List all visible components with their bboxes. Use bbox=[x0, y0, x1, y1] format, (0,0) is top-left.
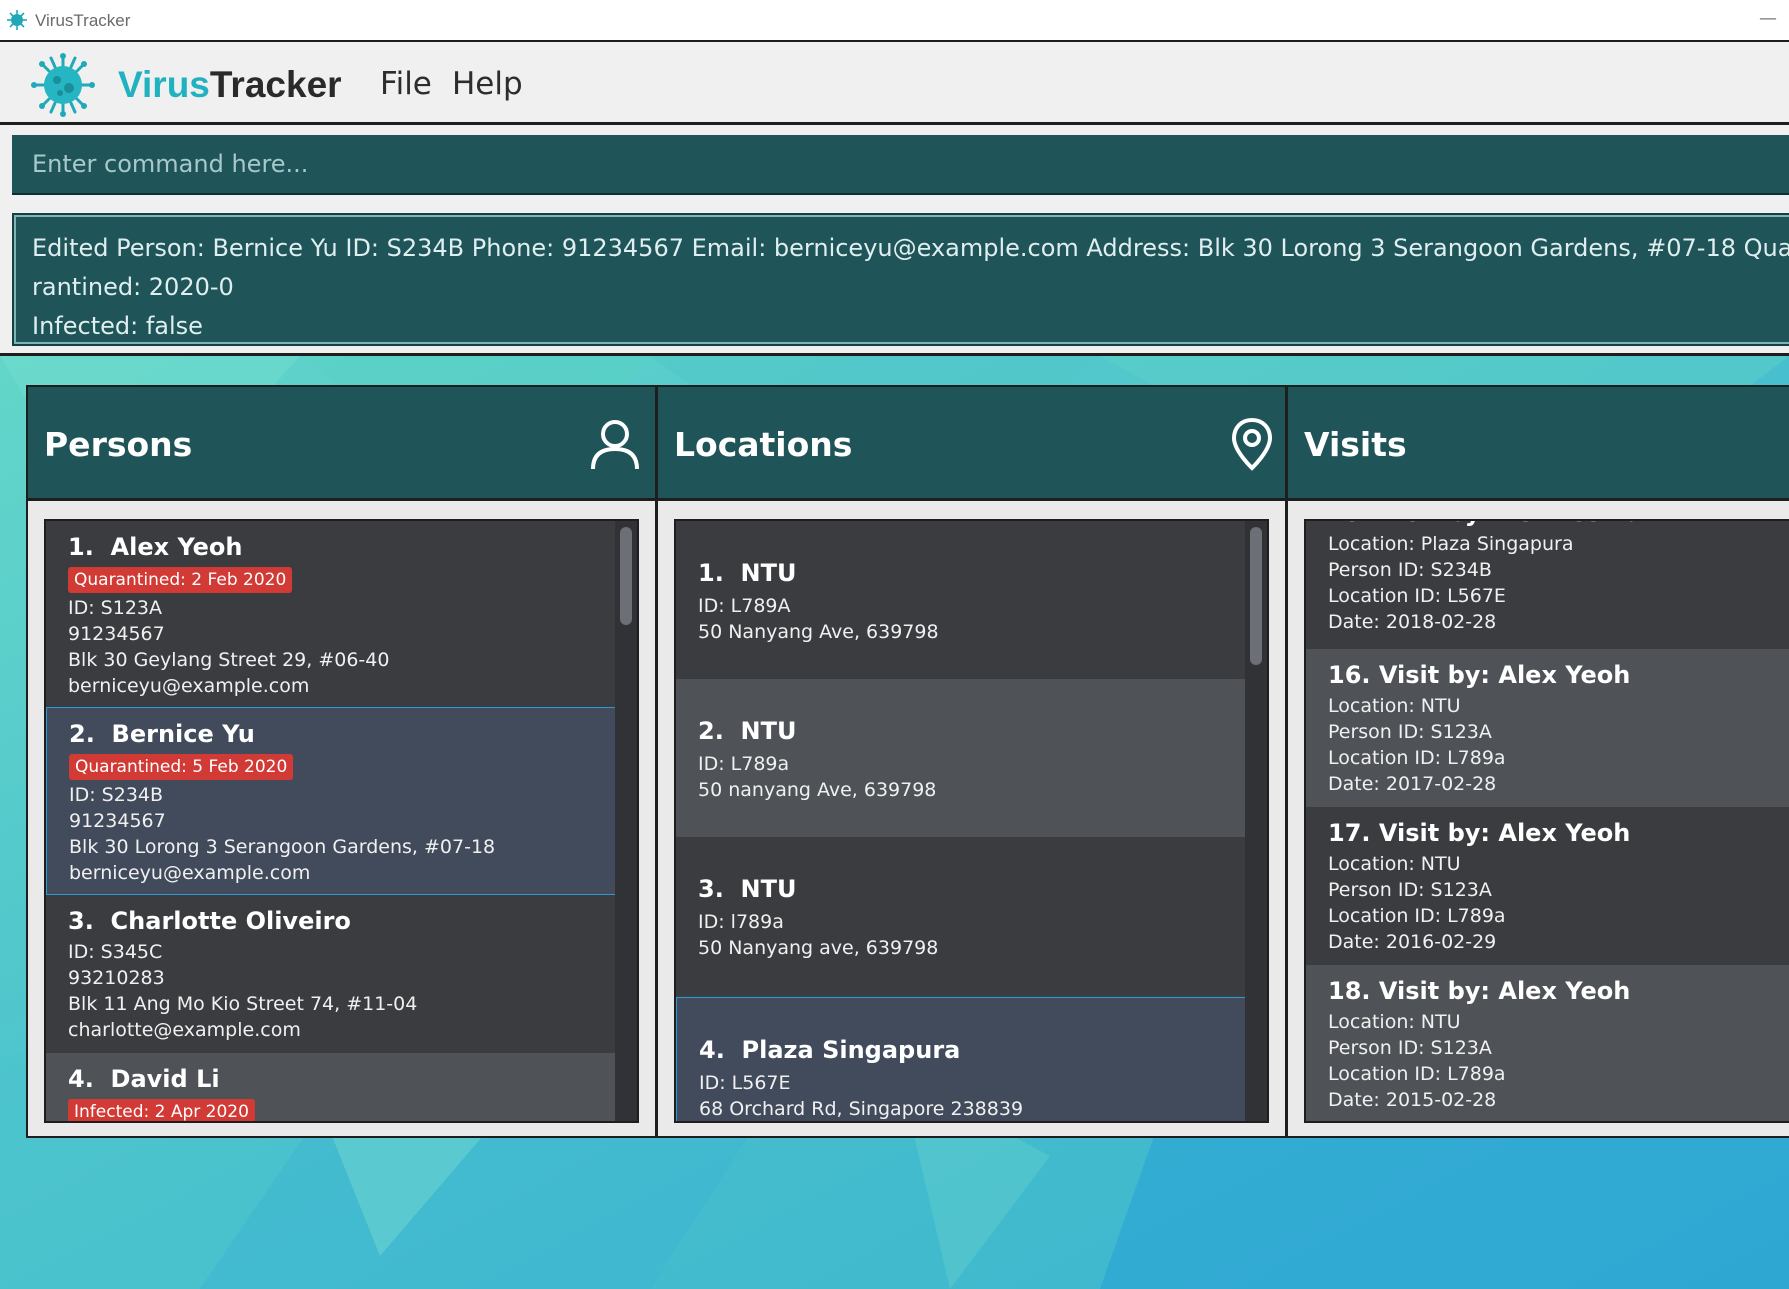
persons-scrollbar[interactable] bbox=[615, 521, 637, 1121]
menu-help[interactable]: Help bbox=[452, 66, 523, 102]
quarantined-badge: Quarantined: 5 Feb 2020 bbox=[69, 754, 294, 780]
person-name: 1. Alex Yeoh bbox=[68, 533, 243, 561]
person-card[interactable]: 4. David Li Infected: 2 Apr 2020 bbox=[46, 1053, 616, 1121]
visit-date: Date: 2017-02-28 bbox=[1328, 773, 1497, 795]
visit-date: Date: 2015-02-28 bbox=[1328, 1089, 1497, 1111]
visit-card[interactable]: 16. Visit by: Alex Yeoh Location: NTU Pe… bbox=[1306, 649, 1789, 807]
location-address: 50 Nanyang Ave, 639798 bbox=[698, 621, 939, 643]
persons-list[interactable]: 1. Alex Yeoh Quarantined: 2 Feb 2020 ID:… bbox=[44, 519, 639, 1123]
location-name: 3. NTU bbox=[698, 875, 797, 903]
locations-list[interactable]: 1. NTU ID: L789A 50 Nanyang Ave, 639798 … bbox=[674, 519, 1269, 1123]
location-id: ID: L789A bbox=[698, 595, 791, 617]
result-text: Edited Person: Bernice Yu ID: S234B Phon… bbox=[32, 234, 1789, 340]
person-name: 4. David Li bbox=[68, 1065, 220, 1093]
visit-date: Date: 2018-02-28 bbox=[1328, 611, 1497, 633]
person-email: berniceyu@example.com bbox=[68, 675, 310, 697]
logo-text-virus: Virus bbox=[118, 64, 210, 105]
person-phone: 91234567 bbox=[68, 623, 165, 645]
app-header: VirusTracker File Help bbox=[0, 42, 1789, 125]
menu-file[interactable]: File bbox=[380, 66, 432, 102]
infected-badge: Infected: 2 Apr 2020 bbox=[68, 1099, 255, 1121]
visit-location-id: Location ID: L789a bbox=[1328, 747, 1506, 769]
visit-person-id: Person ID: S123A bbox=[1328, 879, 1492, 901]
visit-location: Location: NTU bbox=[1328, 695, 1461, 717]
locations-scrollbar[interactable] bbox=[1245, 521, 1267, 1121]
locations-panel-header: Locations bbox=[658, 387, 1285, 501]
person-card[interactable]: 1. Alex Yeoh Quarantined: 2 Feb 2020 ID:… bbox=[46, 521, 616, 707]
person-id: ID: S345C bbox=[68, 941, 163, 963]
visit-card[interactable]: 17. Visit by: Alex Yeoh Location: NTU Pe… bbox=[1306, 807, 1789, 965]
location-id: ID: l789a bbox=[698, 911, 784, 933]
visit-person-id: Person ID: S234B bbox=[1328, 559, 1492, 581]
visit-location: Location: Plaza Singapura bbox=[1328, 533, 1574, 555]
persons-title: Persons bbox=[44, 425, 193, 464]
person-card[interactable]: 3. Charlotte Oliveiro ID: S345C 93210283… bbox=[46, 895, 616, 1053]
person-name: 3. Charlotte Oliveiro bbox=[68, 907, 351, 935]
location-id: ID: L789a bbox=[698, 753, 790, 775]
window-title: VirusTracker bbox=[35, 11, 131, 30]
virus-logo-icon bbox=[31, 53, 95, 117]
visits-panel: Visits 15. Visit by: Bernice Yu Location… bbox=[1286, 385, 1789, 1138]
persons-panel: Persons 1. Alex Yeoh Quarantined: 2 Feb … bbox=[26, 385, 657, 1138]
visit-person-id: Person ID: S123A bbox=[1328, 721, 1492, 743]
person-address: Blk 30 Lorong 3 Serangoon Gardens, #07-1… bbox=[69, 836, 496, 858]
visit-location: Location: NTU bbox=[1328, 853, 1461, 875]
visit-title: 18. Visit by: Alex Yeoh bbox=[1328, 977, 1631, 1005]
person-id: ID: S123A bbox=[68, 597, 162, 619]
location-pin-icon bbox=[1231, 417, 1273, 471]
visits-title: Visits bbox=[1304, 425, 1407, 464]
person-email: berniceyu@example.com bbox=[69, 862, 311, 884]
scrollbar-thumb[interactable] bbox=[1250, 527, 1262, 665]
location-address: 50 nanyang Ave, 639798 bbox=[698, 779, 937, 801]
person-icon bbox=[591, 420, 639, 470]
location-address: 68 Orchard Rd, Singapore 238839 bbox=[699, 1098, 1024, 1120]
person-phone: 93210283 bbox=[68, 967, 165, 989]
command-input[interactable] bbox=[12, 135, 1789, 193]
visit-title: 15. Visit by: Bernice Yu bbox=[1328, 521, 1642, 527]
minimize-button[interactable]: — bbox=[1759, 8, 1777, 29]
visit-location-id: Location ID: L567E bbox=[1328, 585, 1506, 607]
visit-person-id: Person ID: S123A bbox=[1328, 1037, 1492, 1059]
location-id: ID: L567E bbox=[699, 1072, 791, 1094]
visits-list[interactable]: 15. Visit by: Bernice Yu Location: Plaza… bbox=[1304, 519, 1789, 1123]
location-address: 50 Nanyang ave, 639798 bbox=[698, 937, 939, 959]
person-address: Blk 11 Ang Mo Kio Street 74, #11-04 bbox=[68, 993, 418, 1015]
scrollbar-thumb[interactable] bbox=[620, 527, 632, 625]
visit-title: 17. Visit by: Alex Yeoh bbox=[1328, 819, 1631, 847]
locations-title: Locations bbox=[674, 425, 853, 464]
visits-panel-header: Visits bbox=[1288, 387, 1789, 501]
window-title-bar: VirusTracker — bbox=[0, 0, 1789, 42]
command-area: Edited Person: Bernice Yu ID: S234B Phon… bbox=[0, 125, 1789, 356]
location-name: 1. NTU bbox=[698, 559, 797, 587]
locations-panel: Locations 1. NTU ID: L789A 50 Nanyang Av… bbox=[656, 385, 1287, 1138]
person-phone: 91234567 bbox=[69, 810, 166, 832]
visit-location: Location: NTU bbox=[1328, 1011, 1461, 1033]
location-card-selected[interactable]: 4. Plaza Singapura ID: L567E 68 Orchard … bbox=[676, 997, 1246, 1121]
location-card[interactable]: 2. NTU ID: L789a 50 nanyang Ave, 639798 bbox=[676, 679, 1246, 837]
person-email: charlotte@example.com bbox=[68, 1019, 301, 1041]
person-card-selected[interactable]: 2. Bernice Yu Quarantined: 5 Feb 2020 ID… bbox=[46, 707, 616, 895]
person-id: ID: S234B bbox=[69, 784, 164, 806]
logo-text-tracker: Tracker bbox=[209, 64, 342, 105]
person-address: Blk 30 Geylang Street 29, #06-40 bbox=[68, 649, 390, 671]
visit-title: 16. Visit by: Alex Yeoh bbox=[1328, 661, 1631, 689]
quarantined-badge: Quarantined: 2 Feb 2020 bbox=[68, 567, 293, 593]
visit-location-id: Location ID: L789a bbox=[1328, 905, 1506, 927]
visit-location-id: Location ID: L789a bbox=[1328, 1063, 1506, 1085]
visit-date: Date: 2016-02-29 bbox=[1328, 931, 1497, 953]
visit-card[interactable]: 18. Visit by: Alex Yeoh Location: NTU Pe… bbox=[1306, 965, 1789, 1121]
command-box bbox=[12, 135, 1789, 195]
app-logo-text: VirusTracker bbox=[118, 64, 342, 106]
virus-app-icon bbox=[7, 10, 27, 30]
visit-card[interactable]: 15. Visit by: Bernice Yu Location: Plaza… bbox=[1306, 521, 1789, 649]
person-name: 2. Bernice Yu bbox=[69, 720, 255, 748]
location-name: 2. NTU bbox=[698, 717, 797, 745]
location-name: 4. Plaza Singapura bbox=[699, 1036, 961, 1064]
result-display: Edited Person: Bernice Yu ID: S234B Phon… bbox=[12, 213, 1789, 346]
location-card[interactable]: 3. NTU ID: l789a 50 Nanyang ave, 639798 bbox=[676, 837, 1246, 995]
location-card[interactable]: 1. NTU ID: L789A 50 Nanyang Ave, 639798 bbox=[676, 521, 1246, 679]
persons-panel-header: Persons bbox=[28, 387, 655, 501]
